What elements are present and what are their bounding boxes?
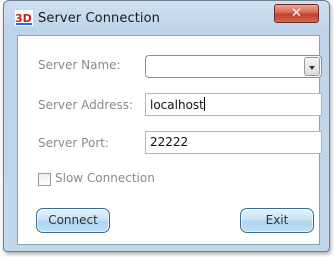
server-address-label: Server Address: (38, 98, 133, 112)
server-name-label: Server Name: (38, 58, 121, 72)
close-icon: ✕ (291, 6, 302, 21)
chevron-down-icon[interactable] (304, 57, 320, 76)
title-bar[interactable]: 3D Server Connection ✕ (4, 1, 329, 35)
3d-app-icon: 3D (15, 10, 33, 26)
server-address-value: localhost (150, 98, 204, 112)
dialog-body: Server Name: Server Address: localhost S… (17, 35, 322, 245)
text-caret (203, 97, 205, 111)
server-name-combobox[interactable] (145, 55, 322, 78)
exit-button-label: Exit (265, 213, 289, 227)
exit-button[interactable]: Exit (240, 208, 314, 233)
close-button[interactable]: ✕ (274, 4, 319, 23)
server-port-label: Server Port: (38, 136, 109, 150)
window-title: Server Connection (38, 11, 161, 26)
server-port-input[interactable]: 22222 (145, 131, 322, 154)
slow-connection-label[interactable]: Slow Connection (55, 171, 155, 185)
server-connection-dialog: 3D Server Connection ✕ Server Name: Serv… (3, 0, 330, 252)
server-port-value: 22222 (150, 135, 189, 149)
slow-connection-checkbox[interactable] (38, 173, 51, 186)
connect-button-label: Connect (48, 213, 98, 227)
server-address-input[interactable]: localhost (145, 93, 322, 116)
connect-button[interactable]: Connect (36, 208, 110, 233)
